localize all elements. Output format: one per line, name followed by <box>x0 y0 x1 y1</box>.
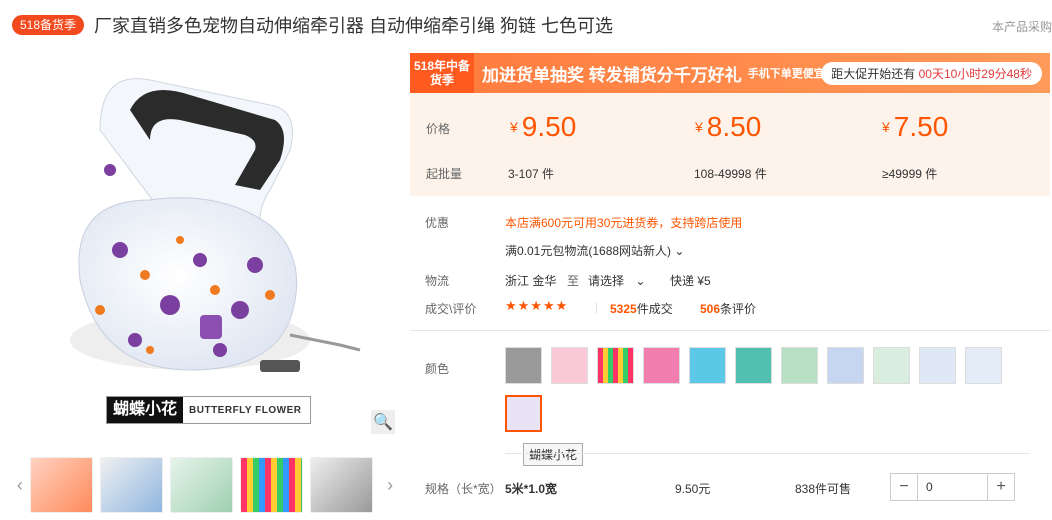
countdown: 距大促开始还有 00天10小时29分48秒 <box>821 62 1042 85</box>
color-swatch[interactable] <box>781 347 818 384</box>
color-swatch[interactable] <box>551 347 588 384</box>
color-swatch[interactable] <box>965 347 1002 384</box>
quantity-input[interactable]: 0 <box>917 474 988 500</box>
coupon-offer[interactable]: 本店满600元可用30元进货券，支持跨店使用 <box>505 214 742 231</box>
rating-stars: ★★★★★ <box>505 298 569 313</box>
promo-subtext: 手机下单更便宜 <box>747 68 825 80</box>
main-product-image[interactable] <box>40 50 400 430</box>
color-swatch[interactable] <box>689 347 726 384</box>
qty-label: 起批量 <box>426 167 463 181</box>
prev-arrow-icon[interactable]: ‹ <box>10 475 30 496</box>
divider <box>410 330 1050 331</box>
qty-tier: ≥49999 件 <box>882 167 938 181</box>
chevron-down-icon: ⌄ <box>674 244 685 258</box>
color-swatch[interactable] <box>873 347 910 384</box>
price-label: 价格 <box>426 122 451 136</box>
promo-tag: 518年中备货季 <box>410 53 474 93</box>
thumbnail[interactable] <box>29 457 93 513</box>
logistics-label: 物流 <box>425 274 450 288</box>
destination-select[interactable]: 请选择 ⌄ <box>588 272 645 289</box>
divider <box>505 453 1030 454</box>
promo-badge: 518备货季 <box>12 15 85 35</box>
price-tier: ¥7.50 <box>882 111 949 142</box>
express-fee: 快递 ¥5 <box>670 274 711 288</box>
product-title: 厂家直销多色宠物自动伸缩牵引器 自动伸缩牵引绳 狗链 七色可选 <box>94 16 614 36</box>
thumbnail-strip: ‹ › <box>10 455 400 515</box>
spec-price: 9.50元 <box>675 482 711 496</box>
color-swatch[interactable] <box>919 347 956 384</box>
offers-label: 优惠 <box>425 216 450 230</box>
spec-label: 规格（长*宽） <box>425 482 502 496</box>
color-swatch[interactable] <box>735 347 772 384</box>
price-tier: ¥8.50 <box>695 111 762 142</box>
brand-label: 蝴蝶小花 BUTTERFLY FLOWER <box>106 396 311 424</box>
color-swatch-selected[interactable] <box>505 395 542 432</box>
spec-stock: 838件可售 <box>795 482 852 496</box>
next-arrow-icon[interactable]: › <box>380 475 400 496</box>
countdown-prefix: 距大促开始还有 <box>831 67 916 81</box>
countdown-timer: 00天10小时29分48秒 <box>918 67 1032 81</box>
color-swatch[interactable] <box>505 347 542 384</box>
thumbnail[interactable] <box>169 457 234 513</box>
color-tooltip: 蝴蝶小花 <box>523 443 584 466</box>
thumbnail[interactable] <box>310 457 374 513</box>
reviews-count[interactable]: 506条评价 <box>700 300 756 317</box>
brand-name-cn: 蝴蝶小花 <box>107 397 184 423</box>
chevron-down-icon: ⌄ <box>635 274 646 288</box>
promo-banner[interactable]: 518年中备货季 加进货单抽奖 转发铺货分千万好礼 手机下单更便宜 距大促开始还… <box>410 53 1050 93</box>
color-label: 颜色 <box>425 362 450 376</box>
increment-button[interactable]: + <box>988 474 1014 500</box>
zoom-icon[interactable]: 🔍 <box>371 410 395 434</box>
decrement-button[interactable]: − <box>891 474 917 500</box>
qty-tier: 108-49998 件 <box>694 167 767 181</box>
promo-text: 加进货单抽奖 转发铺货分千万好礼 <box>482 65 742 85</box>
qty-tier: 3-107 件 <box>508 167 555 181</box>
price-tier: ¥9.50 <box>510 111 577 142</box>
rating-label: 成交\评价 <box>425 302 477 316</box>
deals-count[interactable]: 5325件成交 <box>610 300 673 317</box>
brand-name-en: BUTTERFLY FLOWER <box>189 404 302 416</box>
logistics-to-label: 至 <box>567 274 580 288</box>
thumbnail[interactable] <box>99 457 163 513</box>
price-block: 价格 起批量 ¥9.50 ¥8.50 ¥7.50 3-107 件 108-499… <box>410 93 1050 196</box>
color-swatch[interactable] <box>827 347 864 384</box>
spec-value: 5米*1.0宽 <box>505 482 558 496</box>
thumbnail[interactable] <box>240 457 304 513</box>
title-right-link[interactable]: 本产品采购 <box>992 18 1052 35</box>
color-swatch[interactable] <box>643 347 680 384</box>
shipping-offer[interactable]: 满0.01元包物流(1688网站新人) ⌄ <box>505 242 684 259</box>
color-swatch[interactable] <box>597 347 634 384</box>
logistics-from: 浙江 金华 <box>505 274 557 288</box>
title-row: 518备货季 厂家直销多色宠物自动伸缩牵引器 自动伸缩牵引绳 狗链 七色可选 本… <box>12 10 1052 40</box>
quantity-stepper: − 0 + <box>890 473 1015 501</box>
